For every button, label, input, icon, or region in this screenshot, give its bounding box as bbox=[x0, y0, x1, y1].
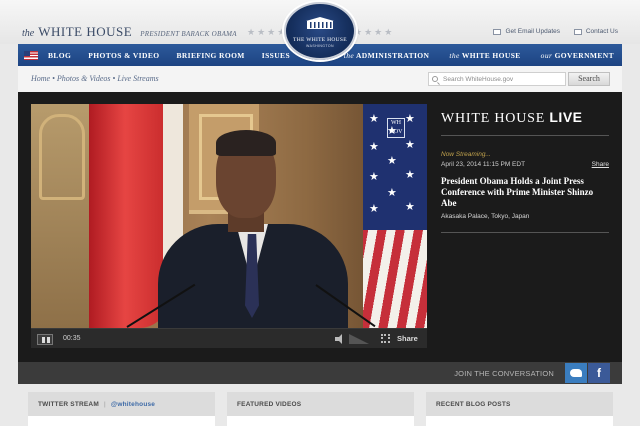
stream-datetime: April 23, 2014 11:15 PM EDT bbox=[441, 161, 526, 168]
live-stream-section: ★★ ★★ ★★ ★★ ★★ ★ WH GOV 00:35 Share bbox=[18, 92, 622, 362]
envelope-icon bbox=[493, 28, 502, 35]
white-house-seal-logo[interactable]: THE WHITE HOUSE WASHINGTON bbox=[284, 2, 356, 60]
brand-name: WHITE HOUSE bbox=[38, 24, 133, 39]
featured-videos-box: FEATURED VIDEOS bbox=[227, 392, 414, 426]
facebook-icon[interactable]: f bbox=[588, 363, 610, 383]
contact-us-label: Contact Us bbox=[585, 28, 618, 35]
email-updates-link[interactable]: Get Email Updates bbox=[493, 28, 560, 35]
nav-right-group: the ADMINISTRATION the WHITE HOUSE our G… bbox=[338, 51, 622, 60]
contact-us-link[interactable]: Contact Us bbox=[573, 28, 618, 35]
player-controls: 00:35 Share bbox=[31, 328, 427, 348]
nav-briefing-room[interactable]: BRIEFING ROOM bbox=[176, 51, 244, 60]
fullscreen-icon[interactable] bbox=[381, 334, 390, 343]
twitter-stream-title: TWITTER STREAM bbox=[38, 401, 99, 408]
nav-photos-video[interactable]: PHOTOS & VIDEO bbox=[88, 51, 159, 60]
nav-the-white-house[interactable]: the WHITE HOUSE bbox=[449, 51, 520, 60]
wh-gov-watermark: WH GOV bbox=[387, 118, 405, 138]
nav-prefix: our bbox=[540, 50, 553, 60]
recent-blog-posts-box: RECENT BLOG POSTS bbox=[426, 392, 613, 426]
twitter-stream-box: TWITTER STREAM | @whitehouse bbox=[28, 392, 215, 426]
live-info-panel: WHITE HOUSE LIVE Now Streaming... April … bbox=[441, 104, 609, 233]
japanese-flag-image bbox=[89, 104, 183, 328]
us-flag-icon bbox=[24, 50, 38, 60]
seal-title: THE WHITE HOUSE bbox=[293, 37, 347, 43]
search-button[interactable]: Search bbox=[568, 72, 610, 86]
white-house-building-icon bbox=[306, 17, 334, 29]
nav-our-government[interactable]: our GOVERNMENT bbox=[541, 51, 614, 60]
speaker-figure bbox=[158, 126, 348, 328]
wall-panel-left bbox=[31, 104, 91, 328]
recent-blog-posts-header: RECENT BLOG POSTS bbox=[426, 392, 613, 416]
live-heading-light: WHITE HOUSE bbox=[441, 111, 546, 126]
video-player[interactable]: ★ ★ ★ ★ ★ ★ ★ ★ ★ ★ ★ WH GOV bbox=[31, 104, 427, 328]
search-icon bbox=[432, 76, 438, 82]
search-input[interactable]: Search WhiteHouse.gov bbox=[428, 72, 566, 86]
twitter-handle-link[interactable]: @whitehouse bbox=[111, 401, 155, 408]
nav-blog[interactable]: BLOG bbox=[48, 51, 71, 60]
utility-links: Get Email Updates Contact Us bbox=[481, 28, 618, 37]
join-conversation-bar: JOIN THE CONVERSATION f bbox=[18, 362, 622, 384]
twitter-icon[interactable] bbox=[565, 363, 587, 383]
email-updates-label: Get Email Updates bbox=[505, 28, 561, 35]
breadcrumb-bar: Home • Photos & Videos • Live Streams Se… bbox=[18, 66, 622, 92]
live-heading-bold: LIVE bbox=[549, 109, 583, 125]
playback-time: 00:35 bbox=[63, 335, 81, 342]
nav-label: GOVERNMENT bbox=[554, 50, 614, 60]
nav-prefix: the bbox=[343, 50, 355, 60]
twitter-stream-header: TWITTER STREAM | @whitehouse bbox=[28, 392, 215, 416]
now-streaming-label: Now Streaming... bbox=[441, 151, 491, 158]
player-share-button[interactable]: Share bbox=[397, 334, 418, 343]
decorative-stars-left: ★★★★ bbox=[247, 27, 288, 37]
nav-label: WHITE HOUSE bbox=[461, 50, 521, 60]
nav-the-administration[interactable]: the ADMINISTRATION bbox=[344, 51, 430, 60]
featured-videos-header: FEATURED VIDEOS bbox=[227, 392, 414, 416]
contact-icon bbox=[573, 28, 582, 35]
volume-slider[interactable] bbox=[349, 334, 369, 344]
join-conversation-label: JOIN THE CONVERSATION bbox=[454, 369, 554, 378]
seal-subtitle: WASHINGTON bbox=[306, 44, 334, 48]
nav-prefix: the bbox=[449, 50, 460, 60]
event-location: Akasaka Palace, Tokyo, Japan bbox=[441, 213, 609, 233]
nav-issues[interactable]: ISSUES bbox=[262, 51, 290, 60]
site-logo-text[interactable]: the WHITE HOUSE PRESIDENT BARACK OBAMA bbox=[22, 23, 237, 41]
volume-icon[interactable] bbox=[335, 334, 345, 344]
stream-meta: April 23, 2014 11:15 PM EDT Share bbox=[441, 161, 609, 168]
event-title[interactable]: President Obama Holds a Joint Press Conf… bbox=[441, 176, 609, 209]
nav-label: ADMINISTRATION bbox=[355, 50, 430, 60]
live-heading: WHITE HOUSE LIVE bbox=[441, 104, 609, 136]
pause-button[interactable] bbox=[37, 334, 53, 345]
brand-the: the bbox=[22, 28, 35, 39]
decorative-stars-right: ★★★★ bbox=[354, 27, 395, 37]
breadcrumb[interactable]: Home • Photos & Videos • Live Streams bbox=[31, 74, 159, 83]
stream-share-link[interactable]: Share bbox=[592, 161, 609, 168]
brand-president: PRESIDENT BARACK OBAMA bbox=[140, 30, 237, 38]
search-placeholder: Search WhiteHouse.gov bbox=[443, 76, 514, 83]
